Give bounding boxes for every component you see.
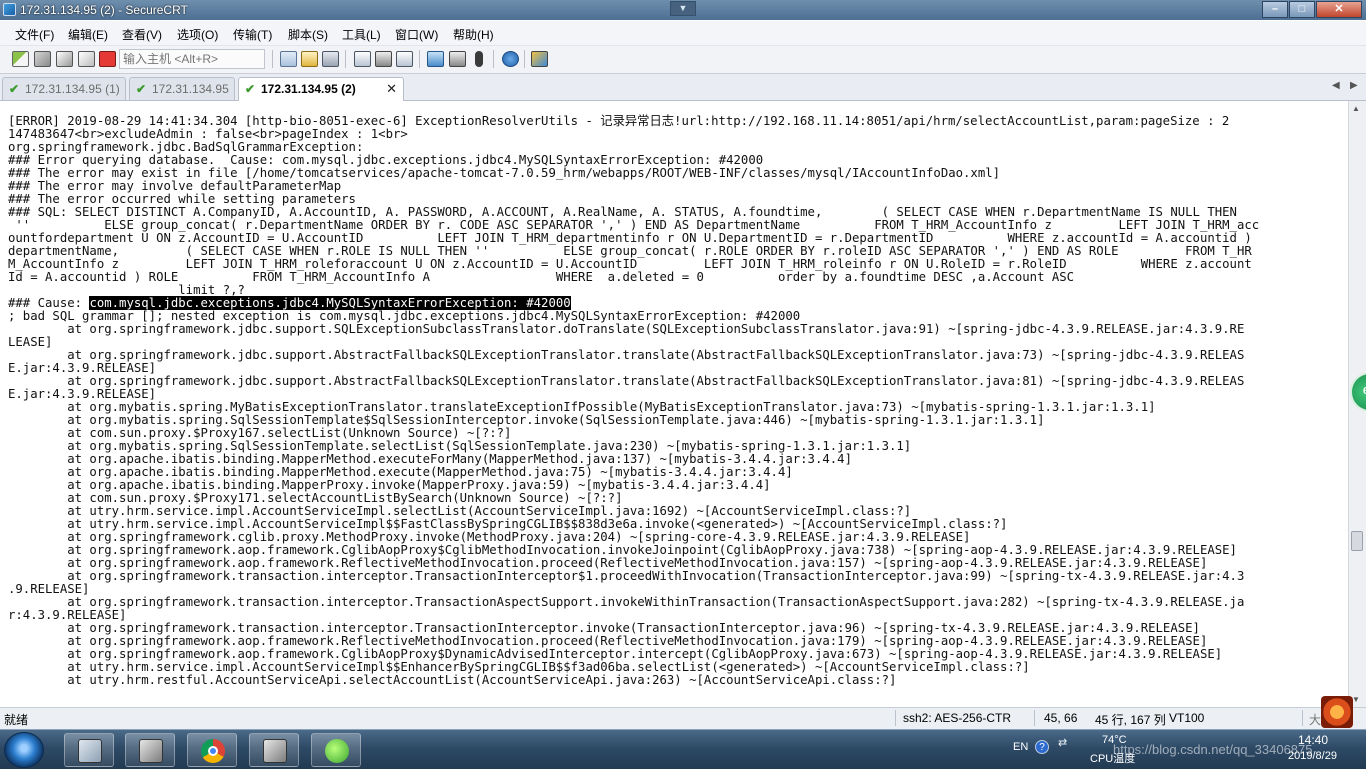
- paste-icon[interactable]: [301, 51, 318, 67]
- keymap-icon[interactable]: [475, 51, 483, 67]
- print-setup-icon[interactable]: [375, 51, 392, 67]
- tab-scroll-right-icon[interactable]: ▶: [1350, 80, 1358, 91]
- settings-gear-icon[interactable]: [1321, 696, 1353, 728]
- status-divider: [895, 710, 896, 726]
- cause-prefix: ### Cause:: [8, 296, 90, 310]
- tab-session-2[interactable]: ✔ 172.31.134.95: [129, 77, 235, 100]
- connect-icon[interactable]: [12, 51, 29, 67]
- taskbar-app-chrome[interactable]: [187, 733, 237, 767]
- chrome-icon: [201, 739, 225, 763]
- taskbar-app-green[interactable]: [311, 733, 361, 767]
- connect-tab-icon[interactable]: [56, 51, 73, 67]
- tab-label: 172.31.134.95 (1): [25, 82, 120, 96]
- session-tab-bar: ✔ 172.31.134.95 (1) ✔ 172.31.134.95 ✔ 17…: [0, 74, 1366, 101]
- toolbar-separator: [493, 50, 494, 68]
- status-truncated-label: 大: [1309, 713, 1322, 727]
- clock-date[interactable]: 2019/8/29: [1288, 750, 1337, 762]
- host-input[interactable]: [119, 49, 265, 69]
- terminal-line: at org.springframework.jdbc.support.Abst…: [8, 374, 1245, 388]
- toolbar-separator: [272, 50, 273, 68]
- start-button[interactable]: [4, 732, 44, 768]
- disconnect-icon[interactable]: [99, 51, 116, 67]
- terminal-line: at org.springframework.jdbc.support.Abst…: [8, 348, 1245, 362]
- status-ready: 就绪: [4, 713, 29, 727]
- menu-view[interactable]: 查看(V): [122, 26, 162, 43]
- toolbar: [0, 46, 1366, 74]
- menu-file[interactable]: 文件(F): [15, 26, 54, 43]
- tray-help-icon[interactable]: ?: [1035, 740, 1049, 754]
- terminal-line: at org.springframework.jdbc.support.SQLE…: [8, 322, 1245, 336]
- blog-watermark: https://blog.csdn.net/qq_33406875: [1113, 742, 1313, 757]
- window-title: 172.31.134.95 (2) - SecureCRT: [20, 3, 188, 17]
- leaf-app-icon: [325, 739, 349, 763]
- menu-transfer[interactable]: 传输(T): [233, 26, 272, 43]
- status-rows-cols: 45 行, 167 列: [1095, 713, 1166, 727]
- scroll-up-arrow-icon[interactable]: ▲: [1352, 104, 1360, 113]
- scroll-down-arrow-icon[interactable]: ▼: [1352, 695, 1360, 704]
- menu-script[interactable]: 脚本(S): [288, 26, 328, 43]
- tab-label: 172.31.134.95 (2): [261, 82, 356, 96]
- tab-close-icon[interactable]: ✕: [386, 81, 397, 97]
- terminal-line: at org.springframework.transaction.inter…: [8, 569, 1245, 583]
- tray-network-icon[interactable]: ⇄: [1058, 736, 1067, 749]
- print-selection-icon[interactable]: [396, 51, 413, 67]
- session-options-icon[interactable]: [427, 51, 444, 67]
- terminal-line: at utry.hrm.restful.AccountServiceApi.se…: [8, 673, 897, 687]
- taskbar-app-securecrt[interactable]: [125, 733, 175, 767]
- toolbar-separator: [419, 50, 420, 68]
- close-button[interactable]: ✕: [1316, 1, 1362, 18]
- securecrt-app-icon[interactable]: [3, 3, 16, 16]
- sftp-icon[interactable]: [531, 51, 548, 67]
- global-options-icon[interactable]: [449, 51, 466, 67]
- copy-icon[interactable]: [280, 51, 297, 67]
- tab-label: 172.31.134.95: [152, 82, 229, 96]
- status-cipher: ssh2: AES-256-CTR: [903, 711, 1012, 725]
- quick-connect-icon[interactable]: [34, 51, 51, 67]
- taskbar-app-securefx[interactable]: [249, 733, 299, 767]
- find-icon[interactable]: [322, 51, 339, 67]
- scrollbar-thumb[interactable]: [1351, 531, 1363, 551]
- maximize-button[interactable]: □: [1289, 1, 1315, 18]
- title-bar: 172.31.134.95 (2) - SecureCRT ▼ – □ ✕: [0, 0, 1366, 20]
- status-terminal-type: VT100: [1169, 711, 1205, 725]
- toolbar-separator: [345, 50, 346, 68]
- status-cursor-position: 45, 66: [1044, 711, 1078, 725]
- usb-drive-icon: [78, 739, 102, 763]
- tab-scroll-left-icon[interactable]: ◀: [1332, 80, 1340, 91]
- help-icon[interactable]: [502, 51, 519, 67]
- reconnect-icon[interactable]: [78, 51, 95, 67]
- input-language[interactable]: EN: [1013, 741, 1028, 753]
- menu-bar: 文件(F) 编辑(E) 查看(V) 选项(O) 传输(T) 脚本(S) 工具(L…: [0, 21, 1366, 46]
- print-icon[interactable]: [354, 51, 371, 67]
- securecrt-icon: [139, 739, 163, 763]
- windows-taskbar: EN ? ⇄ 74°C CPU温度 https://blog.csdn.net/…: [0, 729, 1366, 769]
- terminal-view[interactable]: [ERROR] 2019-08-29 14:41:34.304 [http-bi…: [0, 101, 1348, 707]
- menu-window[interactable]: 窗口(W): [395, 26, 438, 43]
- toolbar-separator: [524, 50, 525, 68]
- connected-check-icon: ✔: [136, 82, 147, 96]
- clock-time[interactable]: 14:40: [1298, 733, 1328, 747]
- securefx-icon: [263, 739, 287, 763]
- connected-check-icon: ✔: [245, 82, 256, 96]
- minimize-button[interactable]: –: [1262, 1, 1288, 18]
- status-divider: [1302, 710, 1303, 726]
- taskbar-app-usb[interactable]: [64, 733, 114, 767]
- chevron-down-icon[interactable]: ▼: [670, 1, 696, 16]
- menu-options[interactable]: 选项(O): [177, 26, 218, 43]
- menu-edit[interactable]: 编辑(E): [68, 26, 108, 43]
- status-bar: 就绪 ssh2: AES-256-CTR 45, 66 45 行, 167 列 …: [0, 696, 1366, 729]
- selected-text[interactable]: com.mysql.jdbc.exceptions.jdbc4.MySQLSyn…: [89, 296, 571, 310]
- terminal-output: [ERROR] 2019-08-29 14:41:34.304 [http-bi…: [8, 115, 1259, 687]
- tab-session-3-active[interactable]: ✔ 172.31.134.95 (2) ✕: [238, 77, 404, 101]
- status-divider: [1034, 710, 1035, 726]
- tab-session-1[interactable]: ✔ 172.31.134.95 (1): [2, 77, 126, 100]
- menu-help[interactable]: 帮助(H): [453, 26, 494, 43]
- terminal-line: at org.springframework.transaction.inter…: [8, 595, 1245, 609]
- menu-tools[interactable]: 工具(L): [342, 26, 381, 43]
- connected-check-icon: ✔: [9, 82, 20, 96]
